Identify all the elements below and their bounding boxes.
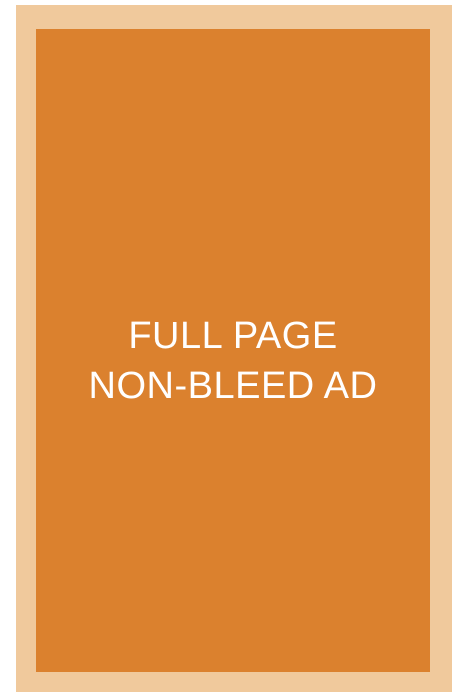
ad-label-line-2: NON-BLEED AD (88, 364, 378, 407)
page-frame: FULL PAGE NON-BLEED AD (16, 5, 452, 692)
ad-label: FULL PAGE NON-BLEED AD (89, 311, 378, 411)
ad-placeholder: FULL PAGE NON-BLEED AD (36, 29, 430, 672)
ad-label-line-1: FULL PAGE (128, 314, 338, 357)
